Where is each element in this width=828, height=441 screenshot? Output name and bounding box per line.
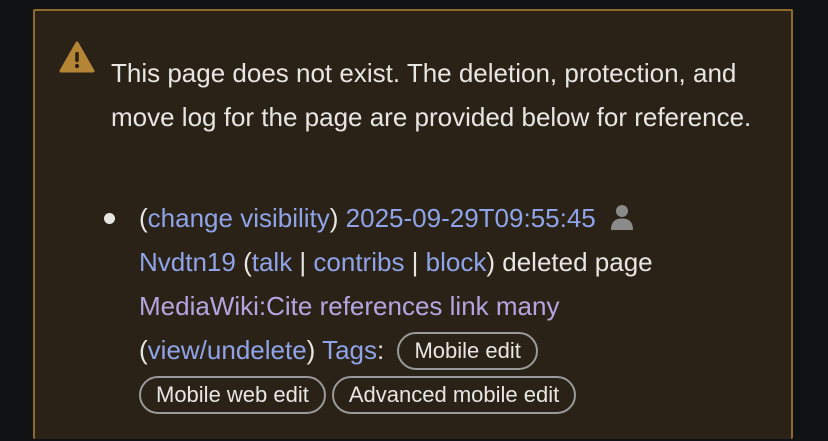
block-link[interactable]: block	[426, 247, 487, 277]
timestamp-link[interactable]: 2025-09-29T09:55:45	[346, 203, 596, 233]
log-action: deleted page	[502, 247, 653, 277]
view-undelete-link[interactable]: view/undelete	[148, 335, 307, 365]
tag-mobile-edit: Mobile edit	[397, 332, 538, 370]
paren: (	[139, 203, 148, 233]
change-visibility-link[interactable]: change visibility	[148, 203, 330, 233]
list-bullet	[104, 213, 115, 224]
talk-link[interactable]: talk	[252, 247, 292, 277]
notice-message: This page does not exist. The deletion, …	[111, 58, 752, 132]
tag-advanced-mobile-edit: Advanced mobile edit	[331, 376, 577, 414]
contribs-link[interactable]: contribs	[313, 247, 404, 277]
deletion-log-list: (change visibility) 2025-09-29T09:55:45 …	[104, 196, 739, 416]
log-entry: (change visibility) 2025-09-29T09:55:45 …	[104, 196, 739, 416]
tag-mobile-web-edit: Mobile web edit	[139, 376, 326, 414]
top-divider	[0, 0, 828, 8]
user-icon	[610, 205, 633, 230]
tags-link[interactable]: Tags	[322, 335, 377, 365]
paren: )	[329, 203, 339, 233]
warning-notice-box: This page does not exist. The deletion, …	[33, 9, 793, 439]
deleted-page-link[interactable]: MediaWiki:Cite references link many	[139, 291, 559, 321]
user-link[interactable]: Nvdtn19	[139, 247, 236, 277]
warning-triangle-icon	[59, 41, 95, 73]
